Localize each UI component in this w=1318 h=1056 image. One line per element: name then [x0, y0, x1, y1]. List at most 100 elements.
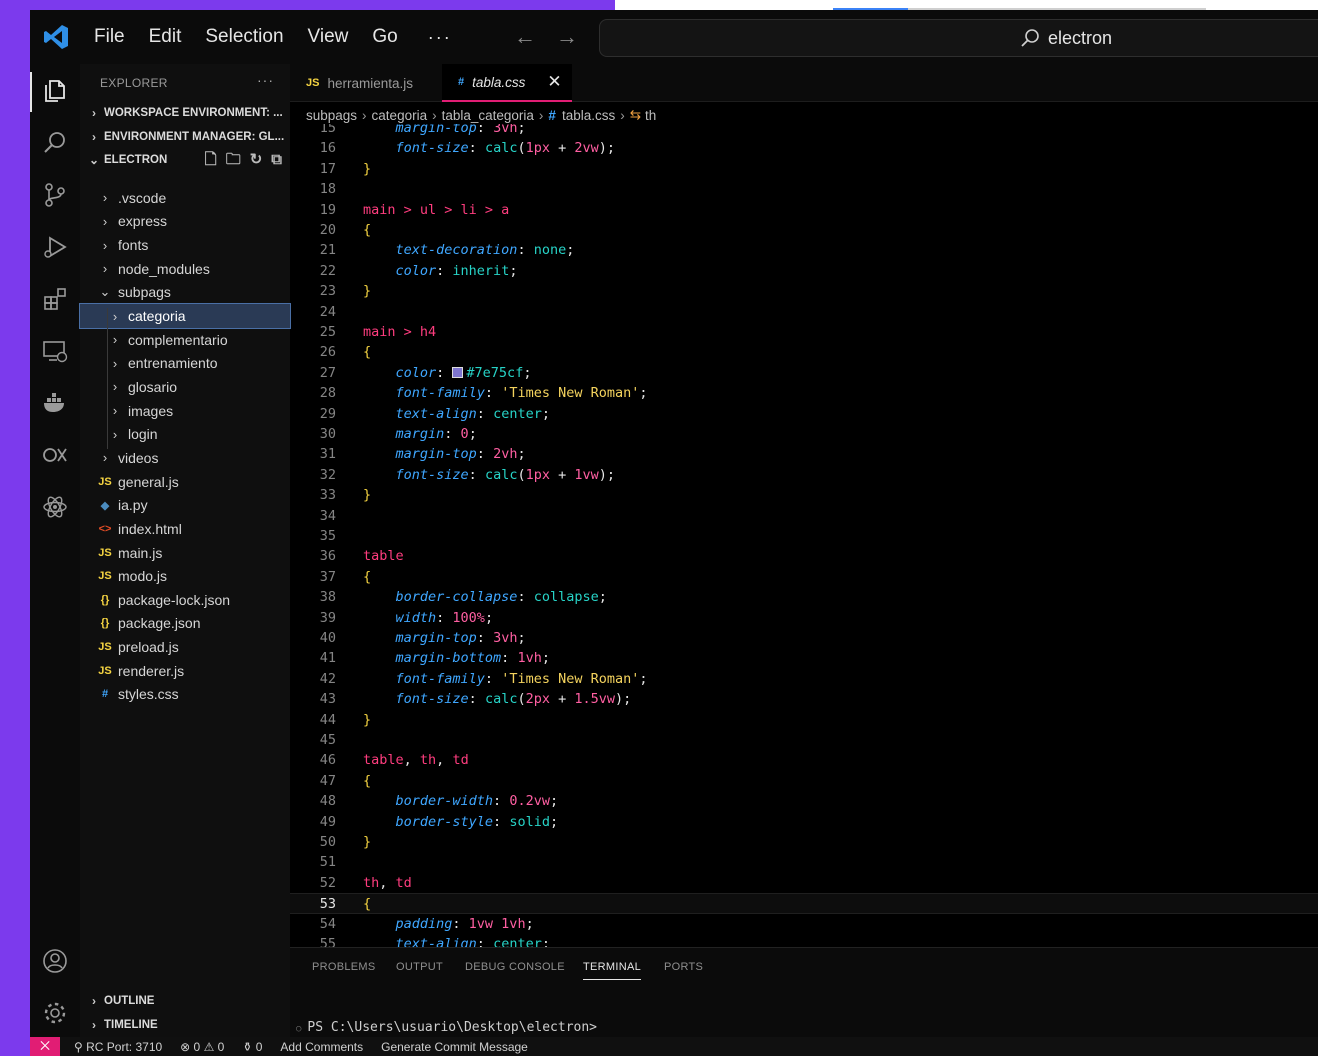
settings-gear-icon[interactable] — [38, 996, 72, 1030]
chevron-right-icon: › — [112, 403, 118, 419]
tree-item[interactable]: › categoria — [79, 303, 291, 329]
ports-status[interactable]: ⚱ 0 — [242, 1040, 262, 1054]
tree-item[interactable]: JS renderer.js — [80, 659, 290, 683]
code-token: } — [363, 283, 372, 300]
tree-item[interactable]: › express — [80, 210, 290, 234]
code-token: : — [444, 426, 461, 442]
command-center-search[interactable]: electron — [599, 19, 1318, 57]
code-text: } — [363, 832, 371, 852]
port-status[interactable]: ⚲ RC Port: 3710 — [74, 1040, 162, 1054]
tab-output[interactable]: OUTPUT — [396, 961, 443, 973]
code-token: , — [403, 752, 420, 769]
js-file-icon: JS — [98, 546, 112, 559]
ox-extension-icon[interactable] — [38, 438, 72, 472]
code-text: { — [363, 220, 371, 240]
json-file-icon: {} — [100, 617, 110, 630]
code-text: text-decoration: none; — [363, 240, 575, 260]
breadcrumb-item[interactable]: tabla.css — [562, 108, 615, 123]
add-comments-button[interactable]: Add Comments — [280, 1040, 363, 1054]
section-environment-manager[interactable]: › ENVIRONMENT MANAGER: GL... — [80, 125, 290, 149]
tree-item[interactable]: {} package-lock.json — [80, 588, 290, 612]
tree-item[interactable]: › complementario — [80, 328, 290, 352]
tree-item[interactable]: JS general.js — [80, 470, 290, 494]
explorer-more-button[interactable]: ··· — [257, 72, 274, 88]
tree-item[interactable]: › node_modules — [80, 257, 290, 281]
tab-terminal[interactable]: TERMINAL — [583, 961, 642, 980]
line-number: 16 — [319, 140, 336, 157]
react-atom-icon[interactable] — [38, 490, 72, 524]
tree-item[interactable]: › glosario — [80, 375, 290, 399]
menu-view[interactable]: View — [308, 26, 349, 48]
vscode-logo-icon — [44, 25, 68, 49]
code-line: 21 text-decoration: none; — [290, 240, 1318, 260]
breadcrumb-item[interactable]: tabla_categoria — [442, 108, 534, 123]
code-token: calc — [484, 691, 518, 708]
breadcrumb: subpags › categoria › tabla_categoria › … — [306, 105, 656, 125]
tree-item[interactable]: › .vscode — [80, 186, 290, 210]
code-line: 55 text-align: center; — [290, 934, 1318, 947]
menu-edit[interactable]: Edit — [149, 26, 182, 48]
back-arrow-icon[interactable]: ← — [514, 24, 536, 50]
remote-indicator-icon[interactable]: ⨉ — [30, 1037, 60, 1056]
tree-item[interactable]: JS preload.js — [80, 635, 290, 659]
generate-commit-button[interactable]: Generate Commit Message — [381, 1040, 528, 1054]
tree-item[interactable]: {} package.json — [80, 612, 290, 636]
tree-item[interactable]: JS modo.js — [80, 564, 290, 588]
tree-item[interactable]: ⌄ subpags — [80, 281, 290, 305]
section-workspace-environment[interactable]: › WORKSPACE ENVIRONMENT: ... — [80, 101, 290, 125]
terminal-output[interactable]: ○ PS C:\Users\usuario\Desktop\electron> — [296, 1020, 597, 1035]
section-electron[interactable]: ⌄ ELECTRON 🗋 🗀 ↻ ⧉ — [80, 148, 290, 172]
code-line: 33} — [290, 485, 1318, 505]
tab-herramienta-js[interactable]: JS herramienta.js — [290, 64, 438, 102]
code-token: border-style — [363, 813, 494, 830]
explorer-icon[interactable] — [38, 74, 72, 108]
code-text: border-width: 0.2vw; — [363, 791, 559, 811]
tree-item[interactable]: JS main.js — [80, 541, 290, 565]
problems-status[interactable]: ⊗ 0 ⚠ 0 — [180, 1040, 224, 1054]
extensions-icon[interactable] — [38, 282, 72, 316]
menu-go[interactable]: Go — [372, 26, 397, 48]
tree-item[interactable]: › login — [80, 423, 290, 447]
new-file-icon[interactable]: 🗋 — [205, 152, 217, 168]
tree-item-label: videos — [118, 449, 159, 466]
docker-icon[interactable] — [38, 386, 72, 420]
close-icon[interactable]: ✕ — [547, 72, 561, 92]
collapse-all-icon[interactable]: ⧉ — [271, 152, 282, 168]
tab-tabla-css[interactable]: # tabla.css ✕ — [442, 64, 572, 102]
menu-file[interactable]: File — [94, 26, 125, 48]
tree-item[interactable]: # styles.css — [80, 683, 290, 707]
tab-ports[interactable]: PORTS — [664, 961, 703, 973]
breadcrumb-item[interactable]: th — [645, 108, 656, 123]
tree-item-label: package.json — [118, 615, 201, 632]
code-token: color — [363, 262, 437, 279]
refresh-icon[interactable]: ↻ — [250, 152, 263, 168]
section-outline[interactable]: › OUTLINE — [80, 989, 290, 1013]
tree-item[interactable]: › entrenamiento — [80, 352, 290, 376]
forward-arrow-icon[interactable]: → — [556, 24, 578, 50]
code-line: 40 margin-top: 3vh; — [290, 628, 1318, 648]
line-number: 22 — [319, 262, 336, 279]
code-line: 41 margin-bottom: 1vh; — [290, 648, 1318, 668]
remote-explorer-icon[interactable] — [38, 334, 72, 368]
tree-item[interactable]: ◆ ia.py — [80, 493, 290, 517]
tab-problems[interactable]: PROBLEMS — [312, 961, 376, 973]
tree-item[interactable]: › videos — [80, 446, 290, 470]
code-line: 44} — [290, 710, 1318, 730]
breadcrumb-item[interactable]: subpags — [306, 108, 357, 123]
menu-selection[interactable]: Selection — [205, 26, 283, 48]
tab-debug-console[interactable]: DEBUG CONSOLE — [465, 961, 565, 973]
source-control-icon[interactable] — [38, 178, 72, 212]
section-timeline[interactable]: › TIMELINE — [80, 1013, 290, 1037]
account-icon[interactable] — [38, 944, 72, 978]
tree-item[interactable]: <> index.html — [80, 517, 290, 541]
menu-more-button[interactable]: ··· — [428, 27, 452, 48]
new-folder-icon[interactable]: 🗀 — [226, 152, 241, 168]
breadcrumb-item[interactable]: categoria — [372, 108, 428, 123]
search-view-icon[interactable] — [38, 126, 72, 160]
tree-item-label: complementario — [128, 331, 228, 348]
tree-item[interactable]: › fonts — [80, 233, 290, 257]
tree-item[interactable]: › images — [80, 399, 290, 423]
run-debug-icon[interactable] — [38, 230, 72, 264]
code-editor[interactable]: 15 margin-top: 3vh; 16 font-size: calc(1p… — [290, 124, 1318, 947]
code-token: table — [363, 548, 404, 565]
